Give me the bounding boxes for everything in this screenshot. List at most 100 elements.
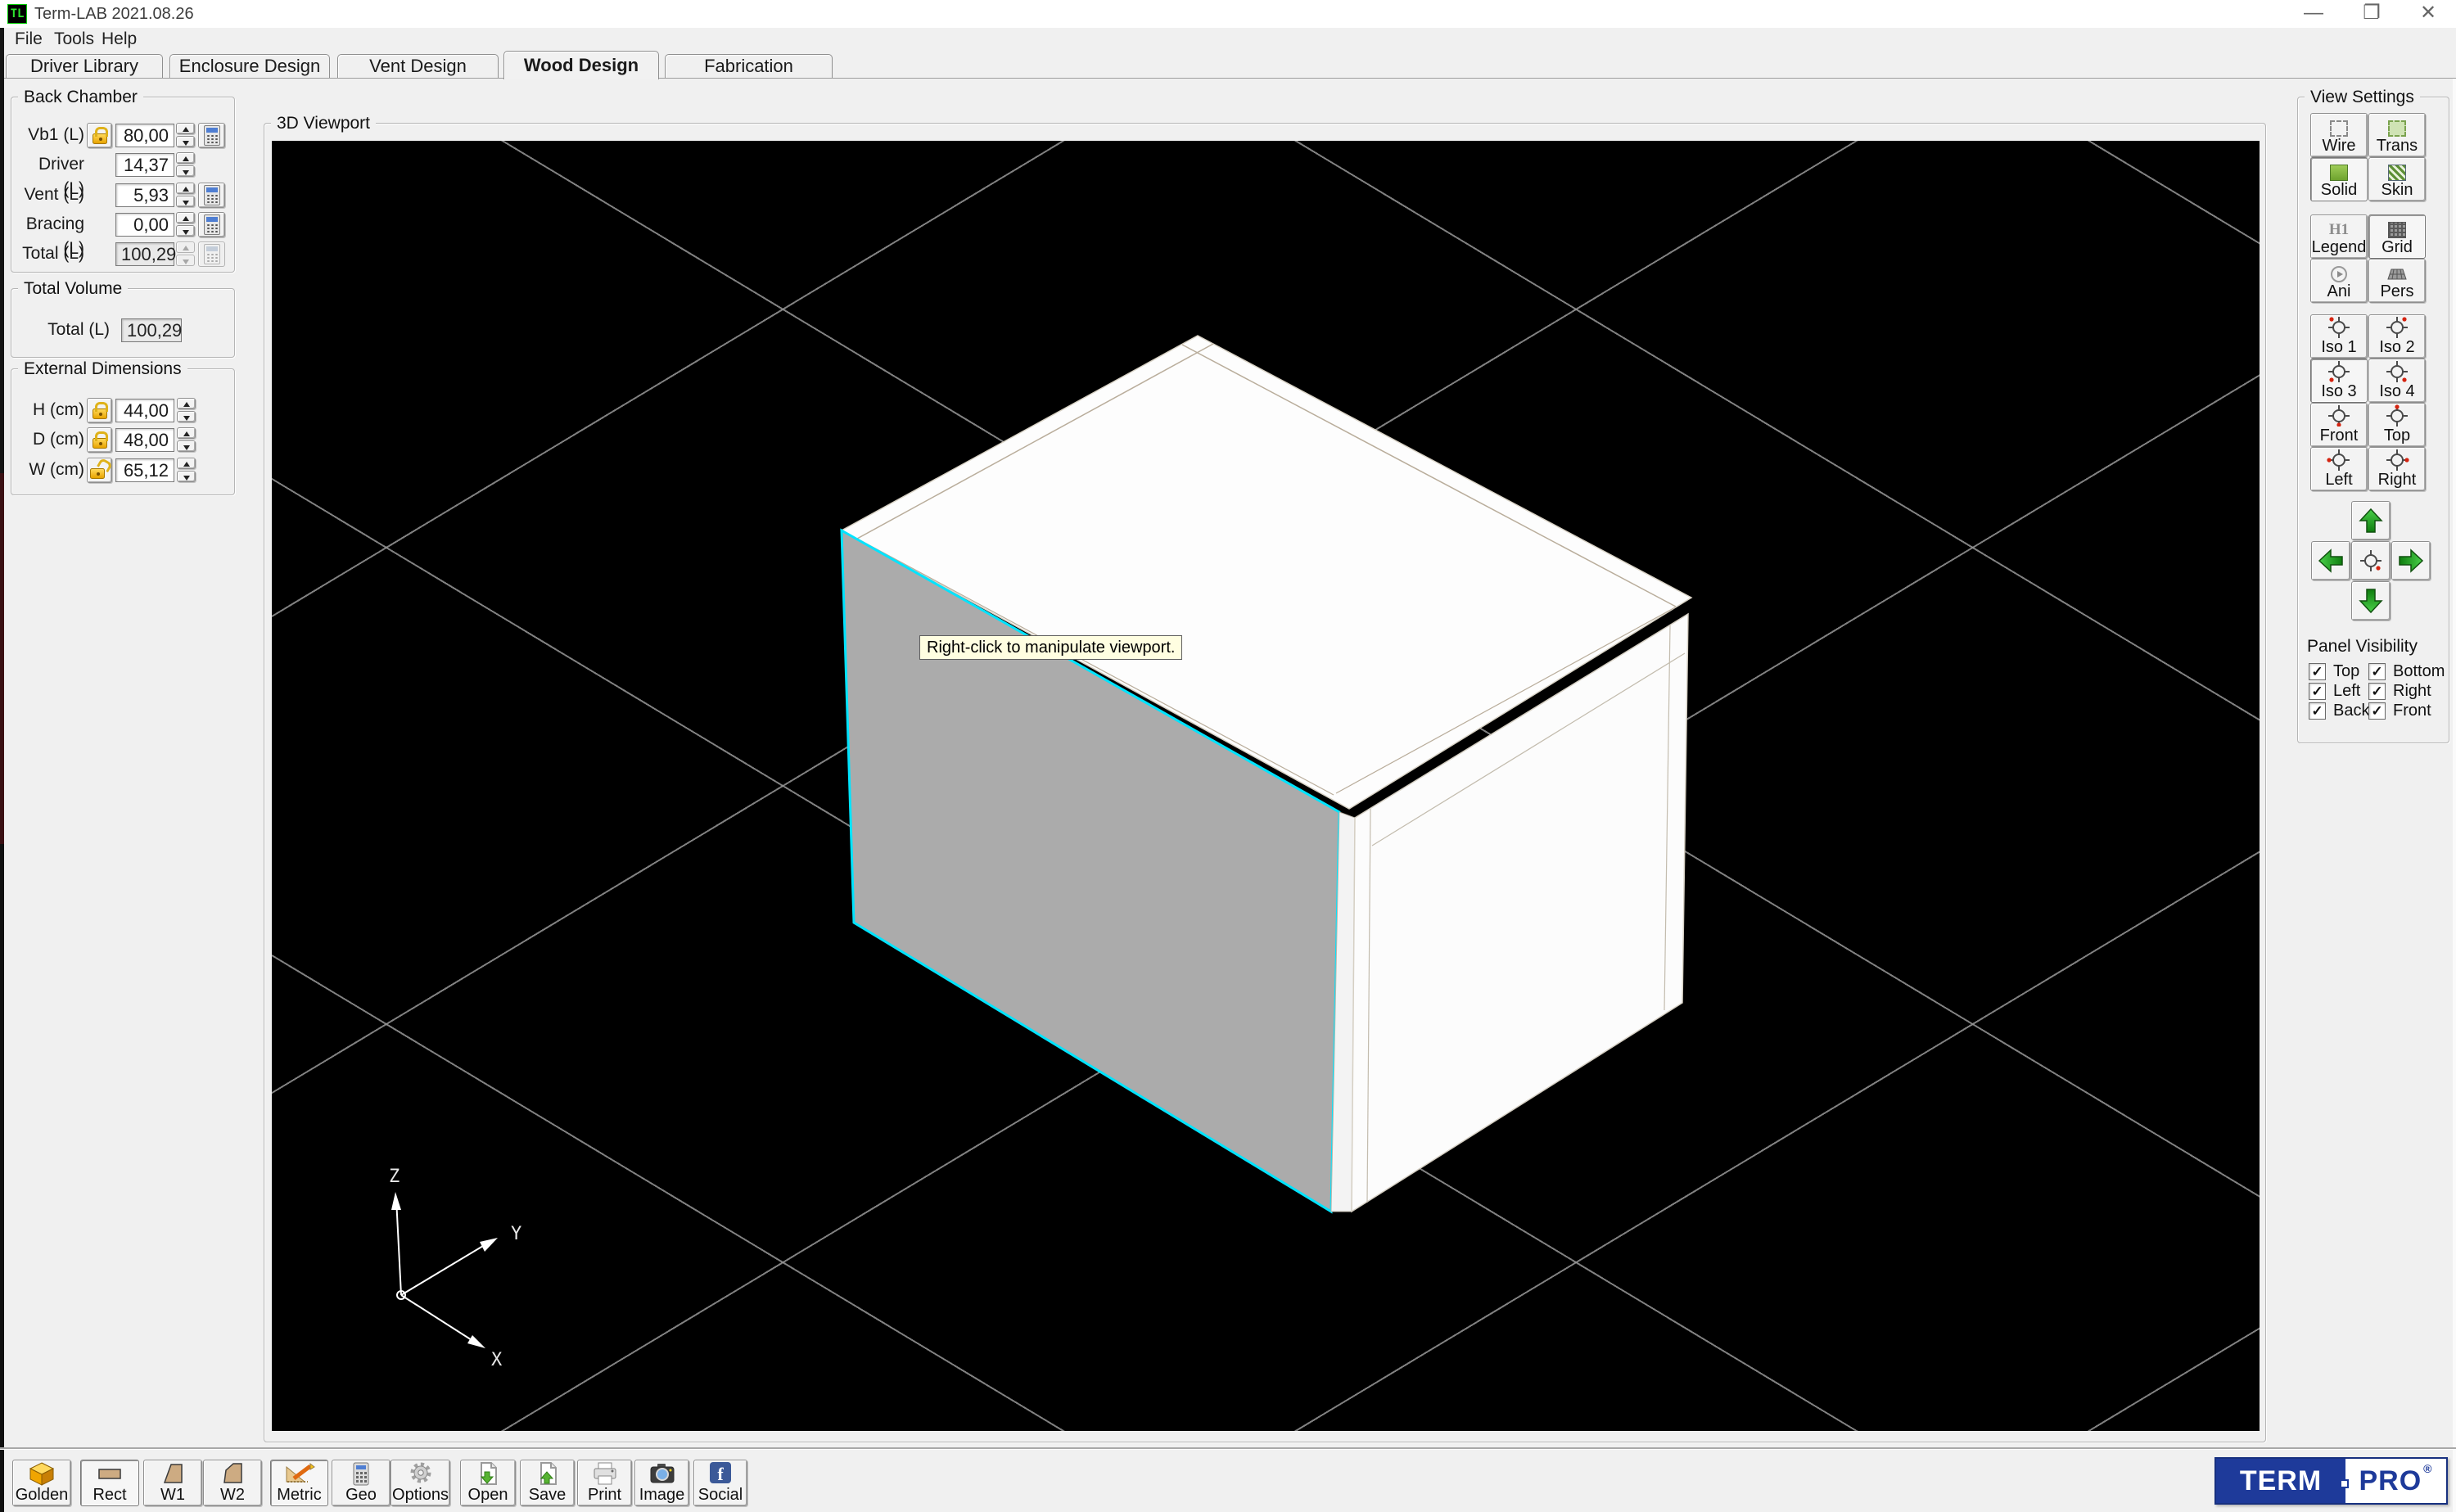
tv-total-field: 100,29: [121, 318, 182, 342]
iso3-button[interactable]: Iso 3: [2310, 359, 2368, 403]
tab-driver-library[interactable]: Driver Library: [6, 54, 163, 79]
vb1-lock-button[interactable]: [87, 123, 112, 148]
checkbox-back[interactable]: ✓: [2309, 702, 2326, 720]
menu-file[interactable]: File: [11, 29, 46, 49]
geo-button[interactable]: Geo: [332, 1460, 391, 1506]
metric-button[interactable]: Metric: [270, 1460, 328, 1506]
spin-up-icon[interactable]: [177, 458, 196, 469]
lock-closed-icon: [92, 402, 108, 419]
print-button[interactable]: Print: [577, 1460, 632, 1506]
spin-up-icon[interactable]: [176, 152, 195, 164]
viewport-canvas[interactable]: Z Y X Right-click to manipulate viewport…: [272, 141, 2260, 1431]
tab-fabrication[interactable]: Fabrication: [665, 54, 833, 79]
viewport-tooltip: Right-click to manipulate viewport.: [919, 635, 1183, 660]
checkbox-top[interactable]: ✓: [2309, 663, 2326, 680]
minimize-button[interactable]: —: [2291, 0, 2336, 28]
perspective-icon: [2387, 269, 2407, 280]
checkbox-bottom[interactable]: ✓: [2368, 663, 2386, 680]
options-button[interactable]: Options: [391, 1460, 450, 1506]
vb1-calc-button[interactable]: [198, 123, 225, 148]
vb1-spinner[interactable]: [176, 123, 195, 147]
image-button[interactable]: Image: [634, 1460, 689, 1506]
spin-down-icon[interactable]: [177, 471, 196, 482]
tab-vent-design[interactable]: Vent Design: [337, 54, 499, 79]
h-spinner[interactable]: [177, 398, 196, 422]
w2-button[interactable]: W2: [203, 1460, 262, 1506]
bracing-calc-button[interactable]: [198, 212, 225, 237]
reticle-bottom-icon: [2328, 405, 2350, 427]
animation-play-icon: [2331, 266, 2347, 282]
w-lock-button[interactable]: [87, 458, 112, 483]
save-button[interactable]: Save: [520, 1460, 575, 1506]
d-field[interactable]: 48,00: [115, 428, 174, 452]
spin-up-icon[interactable]: [176, 183, 195, 194]
checkbox-right[interactable]: ✓: [2368, 683, 2386, 700]
w-spinner[interactable]: [177, 458, 196, 482]
spin-up-icon[interactable]: [176, 212, 195, 223]
skin-button[interactable]: Skin: [2368, 157, 2426, 201]
d-lock-button[interactable]: [87, 427, 112, 453]
menu-help[interactable]: Help: [98, 29, 140, 49]
golden-box-icon: [29, 1462, 55, 1486]
w1-button[interactable]: W1: [143, 1460, 202, 1506]
pan-up-button[interactable]: [2351, 501, 2391, 540]
legend-button[interactable]: H1 Legend: [2310, 214, 2368, 259]
h-field[interactable]: 44,00: [115, 399, 174, 422]
vent-spinner[interactable]: [176, 183, 195, 207]
spin-down-icon[interactable]: [176, 136, 195, 147]
center-view-button[interactable]: [2351, 541, 2391, 580]
social-button[interactable]: f Social: [693, 1460, 747, 1506]
h-lock-button[interactable]: [87, 398, 112, 423]
solid-button[interactable]: Solid: [2310, 157, 2368, 201]
spin-down-icon[interactable]: [177, 440, 196, 452]
checkbox-left[interactable]: ✓: [2309, 683, 2326, 700]
pan-left-button[interactable]: [2311, 541, 2350, 580]
rect-button[interactable]: Rect: [80, 1460, 139, 1506]
bracing-spinner[interactable]: [176, 212, 195, 237]
restore-button[interactable]: ❐: [2349, 0, 2395, 28]
tab-wood-design[interactable]: Wood Design: [503, 51, 659, 79]
spin-down-icon[interactable]: [176, 196, 195, 207]
front-view-button[interactable]: Front: [2310, 403, 2368, 447]
iso4-button[interactable]: Iso 4: [2368, 359, 2426, 403]
wire-button[interactable]: Wire: [2310, 113, 2368, 157]
driver-field[interactable]: 14,37: [115, 153, 174, 177]
w-field[interactable]: 65,12: [115, 458, 174, 482]
trans-button[interactable]: Trans: [2368, 113, 2426, 157]
spin-up-icon[interactable]: [177, 398, 196, 409]
golden-button[interactable]: Golden: [12, 1460, 71, 1506]
spin-down-icon[interactable]: [176, 165, 195, 177]
pan-right-button[interactable]: [2391, 541, 2431, 580]
pers-button[interactable]: Pers: [2368, 259, 2426, 303]
vent-field[interactable]: 5,93: [115, 183, 174, 207]
spin-down-icon[interactable]: [176, 225, 195, 237]
toolbar-separator: [0, 1447, 2456, 1449]
left-view-button[interactable]: Left: [2310, 447, 2368, 491]
pan-down-button[interactable]: [2351, 581, 2391, 621]
vent-calc-button[interactable]: [198, 183, 225, 208]
spin-up-icon[interactable]: [176, 123, 195, 134]
grid-button[interactable]: Grid: [2368, 214, 2426, 259]
iso2-button[interactable]: Iso 2: [2368, 314, 2426, 359]
ani-button[interactable]: Ani: [2310, 259, 2368, 303]
iso1-button[interactable]: Iso 1: [2310, 314, 2368, 359]
checkbox-front-label: Front: [2393, 702, 2431, 720]
tab-enclosure-design[interactable]: Enclosure Design: [169, 54, 330, 79]
axis-x-label: X: [491, 1350, 503, 1370]
calculator-icon: [203, 244, 220, 264]
view-settings-title: View Settings: [2305, 88, 2420, 107]
close-button[interactable]: ✕: [2405, 0, 2451, 28]
menu-tools[interactable]: Tools: [51, 29, 97, 49]
spin-down-icon[interactable]: [177, 411, 196, 422]
checkbox-front[interactable]: ✓: [2368, 702, 2386, 720]
bracing-field[interactable]: 0,00: [115, 213, 174, 237]
reticle-bottom-right-icon: [2386, 361, 2408, 382]
open-button[interactable]: Open: [460, 1460, 516, 1506]
d-spinner[interactable]: [177, 427, 196, 452]
spin-up-icon[interactable]: [177, 427, 196, 439]
top-view-button[interactable]: Top: [2368, 403, 2426, 447]
bc-total-field: 100,29: [115, 242, 176, 266]
vb1-field[interactable]: 80,00: [115, 124, 174, 147]
driver-spinner[interactable]: [176, 152, 195, 177]
right-view-button[interactable]: Right: [2368, 447, 2426, 491]
